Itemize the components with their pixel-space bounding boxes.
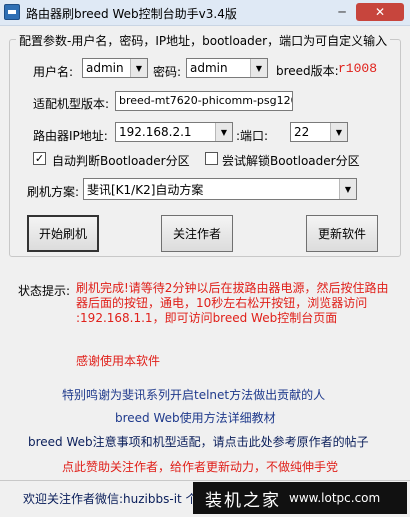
- thanks-text: 感谢使用本软件: [76, 354, 161, 368]
- auto-detect-checkbox[interactable]: ✓: [33, 152, 46, 165]
- status-line: 刷机完成!请等待2分钟以后在拔路由器电源，然后按住路由: [76, 281, 389, 295]
- username-label: 用户名:: [33, 65, 74, 79]
- model-label: 适配机型版本:: [33, 97, 110, 111]
- password-combo[interactable]: admin ▼: [186, 58, 268, 78]
- unlock-label: 尝试解锁Bootloader分区: [222, 154, 360, 168]
- watermark-cn: 装机之家: [205, 490, 281, 511]
- notice-link[interactable]: breed Web注意事项和机型适配，请点击此处参考原作者的帖子: [28, 433, 369, 450]
- unlock-checkbox[interactable]: [205, 152, 218, 165]
- port-value: 22: [294, 125, 310, 139]
- watermark-logo: 装机之家 www.lotpc.com: [193, 482, 407, 514]
- status-label: 状态提示:: [18, 284, 71, 298]
- follow-author-button[interactable]: 关注作者: [161, 215, 233, 252]
- watermark-url: www.lotpc.com: [289, 491, 381, 505]
- breed-version-label: breed版本:: [276, 64, 339, 78]
- ip-combo[interactable]: 192.168.2.1 ▼: [115, 122, 233, 142]
- status-message: 刷机完成!请等待2分钟以后在拔路由器电源，然后按住路由 器后面的按钮，通电，10…: [76, 281, 388, 326]
- ip-value: 192.168.2.1: [119, 125, 192, 139]
- port-label: :端口:: [236, 129, 269, 143]
- status-line: :192.168.1.1，即可访问breed Web控制台页面: [76, 311, 338, 325]
- window-title: 路由器刷breed Web控制台助手v3.4版: [26, 7, 237, 21]
- wechat-text: 欢迎关注作者微信:huzibbs-it 个人: [23, 492, 210, 506]
- special-thanks-link[interactable]: 特别鸣谢为斐讯系列开启telnet方法做出贡献的人: [62, 386, 325, 403]
- sponsor-link[interactable]: 点此赞助关注作者，给作者更新动力，不做纯伸手党: [62, 458, 338, 475]
- status-line: 器后面的按钮，通电，10秒左右松开按钮，浏览器访问: [76, 296, 368, 310]
- chevron-down-icon[interactable]: ▼: [130, 59, 147, 77]
- breed-version-value: r1008: [338, 61, 378, 76]
- username-value: admin: [86, 61, 124, 75]
- password-label: 密码:: [153, 65, 182, 79]
- checkmark-icon: ✓: [34, 152, 45, 165]
- model-input[interactable]: breed-mt7620-phicomm-psg1208.bin: [115, 91, 293, 111]
- chevron-down-icon[interactable]: ▼: [215, 123, 232, 141]
- flash-scheme-label: 刷机方案:: [27, 185, 80, 199]
- chevron-down-icon[interactable]: ▼: [339, 179, 356, 199]
- chevron-down-icon[interactable]: ▼: [330, 123, 347, 141]
- username-combo[interactable]: admin ▼: [82, 58, 148, 78]
- flash-scheme-value: 斐讯[K1/K2]自动方案: [87, 183, 204, 197]
- tutorial-link[interactable]: breed Web使用方法详细教材: [115, 409, 276, 426]
- close-button[interactable]: ✕: [356, 3, 404, 21]
- ip-label: 路由器IP地址:: [33, 129, 108, 143]
- start-flash-button[interactable]: 开始刷机: [27, 215, 99, 252]
- minimize-button[interactable]: ─: [330, 3, 354, 21]
- flash-scheme-combo[interactable]: 斐讯[K1/K2]自动方案 ▼: [83, 178, 357, 200]
- password-value: admin: [190, 61, 228, 75]
- config-group-legend: 配置参数-用户名，密码，IP地址，bootloader，端口为可自定义输入: [16, 32, 391, 49]
- update-software-button[interactable]: 更新软件: [306, 215, 378, 252]
- app-icon: [4, 4, 20, 20]
- chevron-down-icon[interactable]: ▼: [250, 59, 267, 77]
- auto-detect-label: 自动判断Bootloader分区: [52, 154, 190, 168]
- port-combo[interactable]: 22 ▼: [290, 122, 348, 142]
